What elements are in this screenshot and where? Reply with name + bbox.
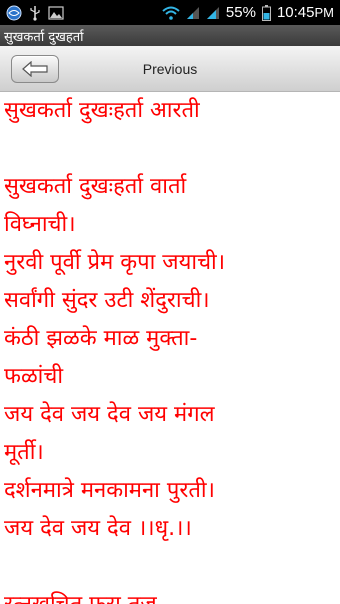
text-line: दर्शनमात्रे मनकामना पुरती।: [4, 478, 215, 503]
status-bar: 55% 10:45PM: [0, 0, 340, 25]
clock-suffix: PM: [314, 5, 335, 20]
text-line: रत्नखचित फरा तुज: [4, 586, 336, 604]
text-line: विघ्नाची।: [4, 212, 76, 237]
notification-icons: [6, 5, 64, 21]
back-arrow-icon: [21, 61, 49, 77]
browser-globe-icon: [6, 5, 22, 21]
text-line: मूर्ती।: [4, 440, 44, 465]
battery-percent: 55%: [225, 4, 256, 21]
usb-icon: [28, 5, 42, 21]
app-title: सुखकर्ता दुखहर्ता: [4, 29, 84, 45]
text-line: जय देव जय देव ।।धृ.।।: [4, 516, 192, 541]
text-line: जय देव जय देव जय मंगल: [4, 402, 215, 427]
gallery-icon: [48, 5, 64, 20]
text-line: सर्वांगी सुंदर उटी शेंदुराची।: [4, 288, 210, 313]
text-line: सुखकर्ता दुखःहर्ता आरती: [4, 98, 200, 123]
wifi-icon: [162, 6, 180, 20]
text-line: सुखकर्ता दुखःहर्ता वार्ता: [4, 174, 187, 199]
system-status: 55% 10:45PM: [162, 4, 334, 21]
app-title-bar: सुखकर्ता दुखहर्ता: [0, 25, 340, 46]
text-line: नुरवी पूर्वी प्रेम कृपा जयाची।: [4, 250, 226, 275]
aarti-text: सुखकर्ता दुखःहर्ता आरती सुखकर्ता दुखःहर्…: [0, 92, 340, 604]
clock: 10:45PM: [277, 4, 334, 21]
text-line: कंठी झळके माळ मुक्ता-: [4, 326, 198, 351]
back-button[interactable]: [11, 55, 59, 83]
clock-time: 10:45: [276, 4, 315, 21]
signal-icon: [206, 6, 220, 20]
battery-icon: [261, 4, 271, 21]
signal-icon: [186, 6, 200, 20]
navigation-bar: Previous: [0, 46, 340, 92]
text-line: फळांची: [4, 364, 64, 389]
